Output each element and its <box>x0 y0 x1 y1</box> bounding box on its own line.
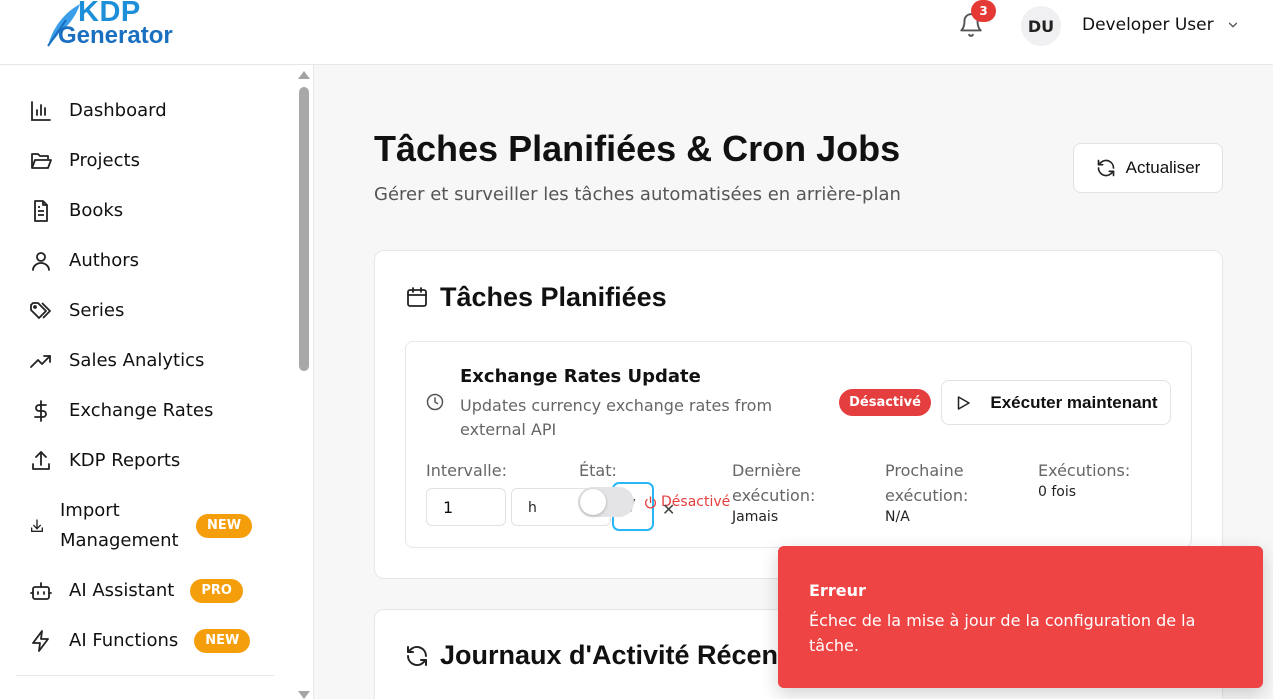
scroll-down-arrow[interactable] <box>298 691 310 699</box>
runs-label: Exécutions: <box>1038 461 1131 480</box>
tags-icon <box>28 298 54 324</box>
last-run-value: Jamais <box>732 509 779 525</box>
notification-badge: 3 <box>971 0 996 22</box>
task-description: Updates currency exchange rates from ext… <box>460 396 773 439</box>
page-title: Tâches Planifiées & Cron Jobs <box>374 128 901 169</box>
refresh-icon <box>407 646 427 666</box>
sidebar-item-label: Projects <box>69 150 140 171</box>
scheduled-tasks-title: Tâches Planifiées <box>440 282 667 312</box>
sidebar-item-label: AI Assistant <box>69 580 175 601</box>
sidebar-item-label: AI Functions <box>69 630 179 651</box>
toggle-knob <box>580 489 606 515</box>
toast-message: Échec de la mise à jour de la configurat… <box>809 611 1196 655</box>
close-icon[interactable]: ✕ <box>662 500 675 519</box>
sidebar-item-label: Series <box>69 300 125 321</box>
interval-label: Intervalle: <box>426 461 507 480</box>
app-logo[interactable]: KDP Generator <box>40 0 210 56</box>
sidebar-item-sales-analytics[interactable]: Sales Analytics <box>28 341 278 381</box>
sidebar-divider <box>16 675 274 676</box>
folder-open-icon <box>28 148 54 174</box>
run-now-label: Exécuter maintenant <box>990 392 1158 412</box>
download-icon <box>28 517 46 535</box>
sidebar-item-ai-functions[interactable]: AI Functions NEW <box>28 621 278 661</box>
activity-logs-title: Journaux d'Activité Récente <box>440 640 803 670</box>
sidebar-item-label: Books <box>69 200 124 221</box>
interval-input[interactable]: 1 <box>426 488 506 526</box>
sidebar-item-label: Dashboard <box>69 100 167 121</box>
refresh-button[interactable]: Actualiser <box>1073 143 1223 193</box>
chevron-down-icon[interactable] <box>1226 18 1240 32</box>
dollar-icon <box>28 398 54 424</box>
calendar-icon <box>407 287 427 307</box>
last-run-label: Dernière exécution: <box>732 461 816 505</box>
user-icon <box>28 248 54 274</box>
state-value: Désactivé <box>644 494 730 510</box>
pro-badge: PRO <box>190 579 243 603</box>
bar-chart-icon <box>28 98 54 124</box>
scroll-up-arrow[interactable] <box>298 71 310 79</box>
sidebar-item-label: Import Management <box>60 500 179 551</box>
zap-icon <box>28 628 54 654</box>
logo-text-bottom: Generator <box>58 22 173 49</box>
clock-icon <box>426 393 444 411</box>
upload-icon <box>28 448 54 474</box>
task-name: Exchange Rates Update <box>460 366 701 387</box>
top-header: KDP Generator 3 DU Developer User <box>0 0 1273 65</box>
toast-title: Erreur <box>809 581 866 600</box>
sidebar-item-label: Authors <box>69 250 139 271</box>
next-run-label: Prochaine exécution: <box>885 461 969 505</box>
new-badge: NEW <box>194 629 251 653</box>
username[interactable]: Developer User <box>1082 15 1214 35</box>
runs-value: 0 fois <box>1038 484 1077 500</box>
sidebar-item-label: Exchange Rates <box>69 400 214 421</box>
play-icon <box>958 395 971 410</box>
page-subtitle: Gérer et surveiller les tâches automatis… <box>374 184 901 205</box>
error-toast[interactable]: Erreur Échec de la mise à jour de la con… <box>778 546 1263 688</box>
sidebar-item-projects[interactable]: Projects <box>28 141 278 181</box>
bot-icon <box>28 578 54 604</box>
new-badge: NEW <box>196 514 253 538</box>
refresh-icon <box>1097 159 1115 177</box>
sidebar-item-ai-assistant[interactable]: AI Assistant PRO <box>28 571 278 611</box>
state-label: État: <box>579 461 617 480</box>
sidebar-item-label: KDP Reports <box>69 450 181 471</box>
power-icon <box>644 495 657 508</box>
refresh-label: Actualiser <box>1125 158 1201 177</box>
run-now-button[interactable]: Exécuter maintenant <box>941 380 1171 425</box>
status-badge: Désactivé <box>839 389 931 416</box>
avatar[interactable]: DU <box>1021 6 1061 46</box>
sidebar-item-dashboard[interactable]: Dashboard <box>28 91 278 131</box>
sidebar-scrollbar-thumb[interactable] <box>299 87 309 371</box>
sidebar-item-kdp-reports[interactable]: KDP Reports <box>28 441 278 481</box>
trending-up-icon <box>28 348 54 374</box>
enable-toggle[interactable] <box>578 487 634 517</box>
sidebar-item-authors[interactable]: Authors <box>28 241 278 281</box>
sidebar-item-import-management[interactable]: Import Management NEW <box>28 496 278 556</box>
sidebar-item-books[interactable]: Books <box>28 191 278 231</box>
sidebar-item-series[interactable]: Series <box>28 291 278 331</box>
sidebar-item-label: Sales Analytics <box>69 350 205 371</box>
next-run-value: N/A <box>885 509 910 525</box>
sidebar-item-exchange-rates[interactable]: Exchange Rates <box>28 391 278 431</box>
file-text-icon <box>28 198 54 224</box>
